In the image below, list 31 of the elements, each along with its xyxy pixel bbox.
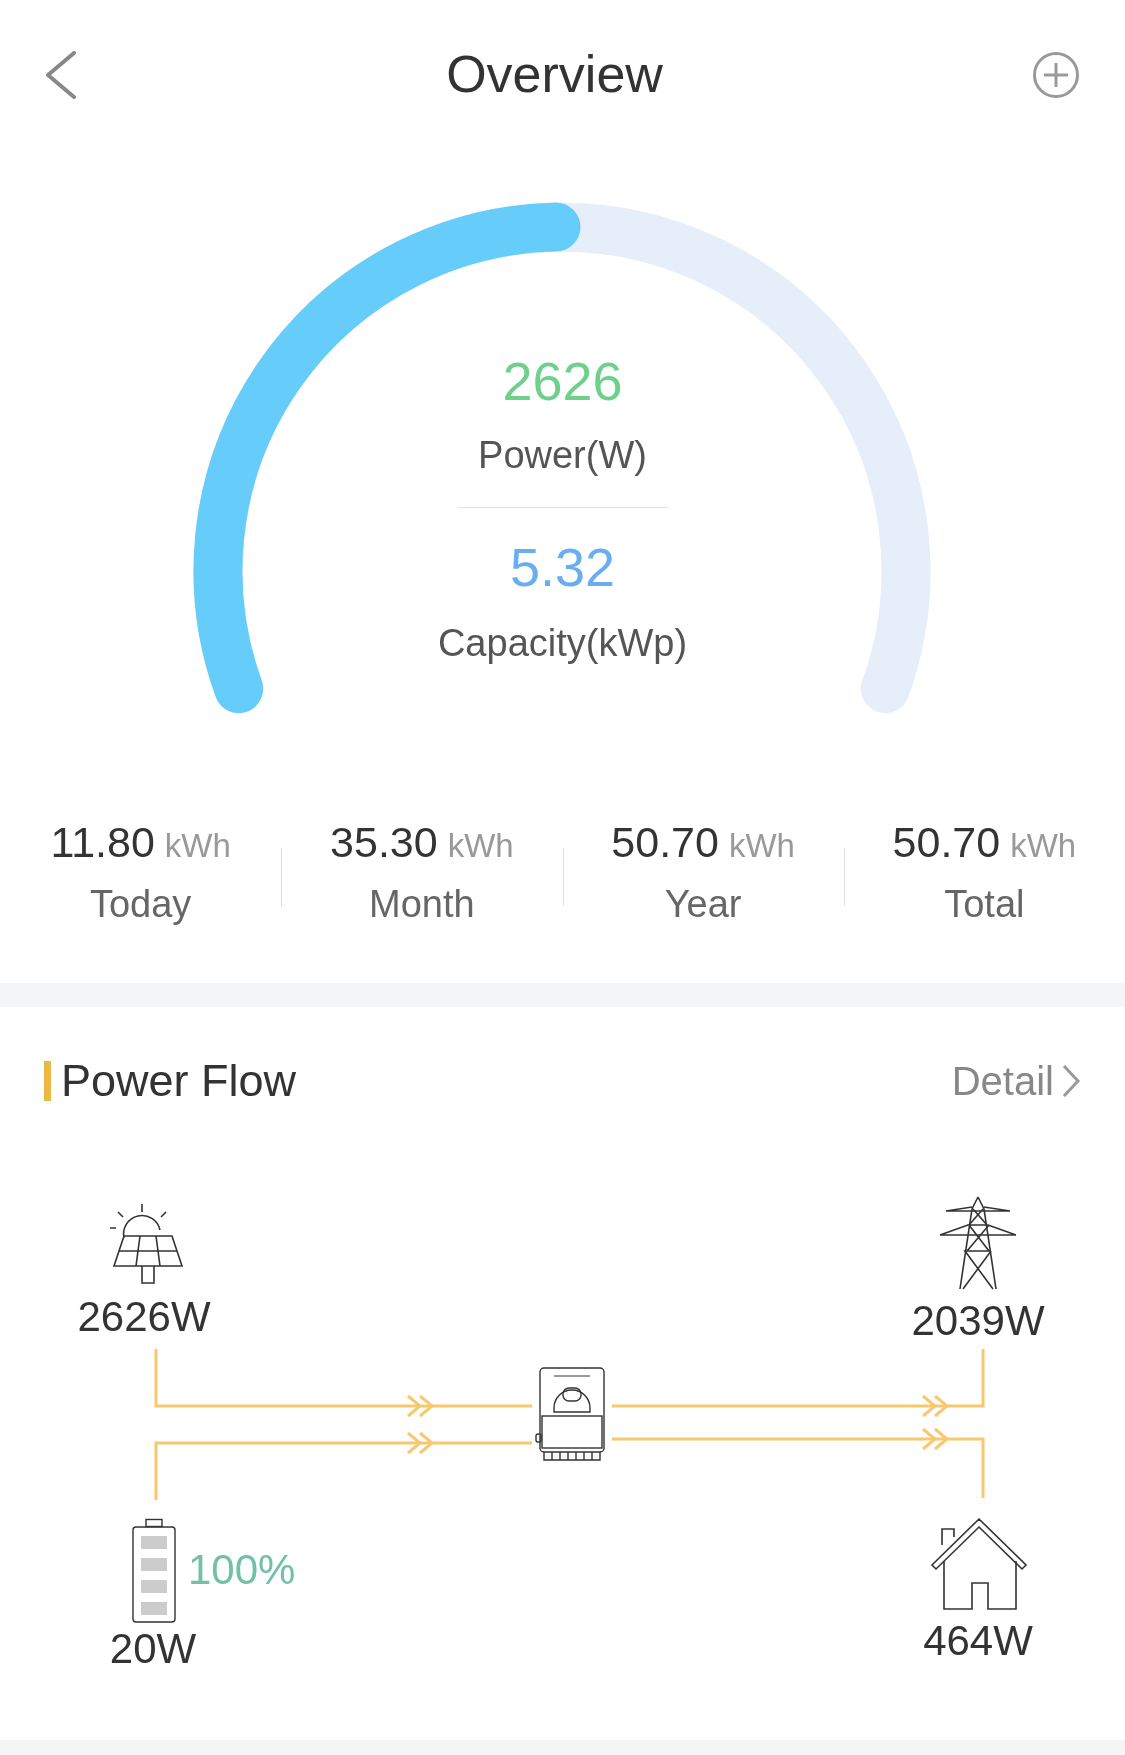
back-icon[interactable] [45,51,77,99]
stat-unit: kWh [1010,827,1077,865]
power-label: Power(W) [478,434,647,477]
battery-reading: 20W [109,1625,197,1673]
battery-charge: 100% [188,1546,296,1594]
power-value: 2626 [502,350,623,412]
transmission-tower-icon [938,1195,1018,1291]
page-title: Overview [446,44,663,104]
home-reading: 464W [923,1617,1033,1665]
stat-value: 50.70 [892,818,1001,867]
stat-unit: kWh [728,827,795,865]
solar-reading: 2626W [77,1293,211,1341]
stat-value: 11.80 [50,818,155,867]
stat-label: Month [369,883,475,926]
stat-unit: kWh [164,827,231,865]
accent-bar [44,1061,51,1101]
stat-value: 35.30 [330,818,438,867]
inverter-icon [534,1366,608,1464]
stat-unit: kWh [447,827,514,865]
capacity-value: 5.32 [509,536,616,598]
section-title: Power Flow [61,1055,297,1107]
stat-label: Today [89,883,192,926]
grid-reading: 2039W [911,1297,1045,1345]
stat-label: Year [664,883,742,926]
stat-value: 50.70 [611,818,719,867]
capacity-label: Capacity(kWp) [437,622,688,665]
chevron-icon [1062,1064,1080,1098]
stat-label: Total [944,883,1025,926]
add-icon[interactable] [1032,51,1080,99]
house-icon [930,1517,1028,1611]
detail-link[interactable]: Detail [951,1058,1080,1104]
